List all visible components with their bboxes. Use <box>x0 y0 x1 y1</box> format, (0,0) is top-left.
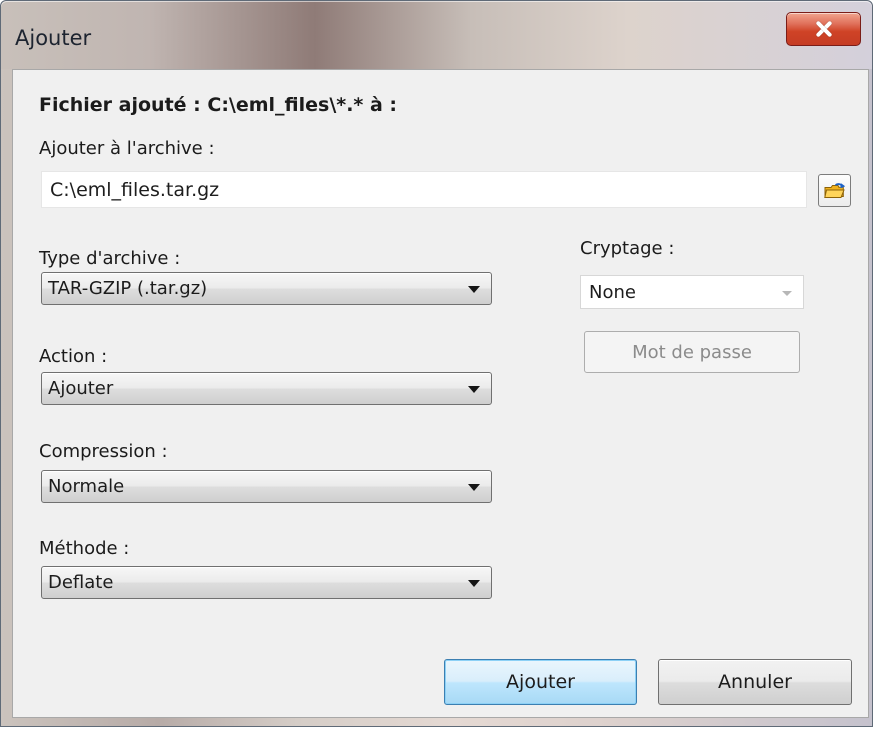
file-added-label: Fichier ajouté : C:\eml_files\*.* à : <box>39 94 398 116</box>
action-value: Ajouter <box>48 378 114 399</box>
browse-folder-button[interactable] <box>818 174 851 207</box>
password-button[interactable]: Mot de passe <box>584 331 800 373</box>
folder-open-icon <box>824 183 845 198</box>
method-select[interactable]: Deflate <box>41 566 492 599</box>
archive-type-select[interactable]: TAR-GZIP (.tar.gz) <box>41 272 492 305</box>
encryption-label: Cryptage : <box>580 238 675 259</box>
title-bar: Ajouter <box>1 1 872 69</box>
action-select[interactable]: Ajouter <box>41 372 492 405</box>
compression-value: Normale <box>48 476 125 497</box>
archive-type-label: Type d'archive : <box>39 248 181 269</box>
add-archive-dialog: Ajouter Fichier ajouté : C:\eml_files\*.… <box>0 0 873 727</box>
archive-path-input[interactable]: C:\eml_files.tar.gz <box>41 171 807 208</box>
encryption-value: None <box>589 282 636 303</box>
close-button[interactable] <box>786 12 861 46</box>
compression-select[interactable]: Normale <box>41 470 492 503</box>
compression-label: Compression : <box>39 441 168 462</box>
action-label: Action : <box>39 346 108 367</box>
method-label: Méthode : <box>39 538 130 559</box>
dialog-content: Fichier ajouté : C:\eml_files\*.* à : Aj… <box>12 69 869 718</box>
cancel-button[interactable]: Annuler <box>658 659 852 705</box>
chevron-down-icon <box>468 286 480 293</box>
chevron-down-icon <box>468 484 480 491</box>
window-title: Ajouter <box>15 26 92 50</box>
chevron-down-icon <box>468 580 480 587</box>
archive-label: Ajouter à l'archive : <box>39 138 215 159</box>
chevron-down-icon <box>468 386 480 393</box>
chevron-down-icon <box>782 291 792 296</box>
add-button[interactable]: Ajouter <box>444 659 637 705</box>
archive-type-value: TAR-GZIP (.tar.gz) <box>48 278 208 299</box>
close-icon <box>813 18 835 40</box>
method-value: Deflate <box>48 572 114 593</box>
encryption-select[interactable]: None <box>580 275 804 309</box>
